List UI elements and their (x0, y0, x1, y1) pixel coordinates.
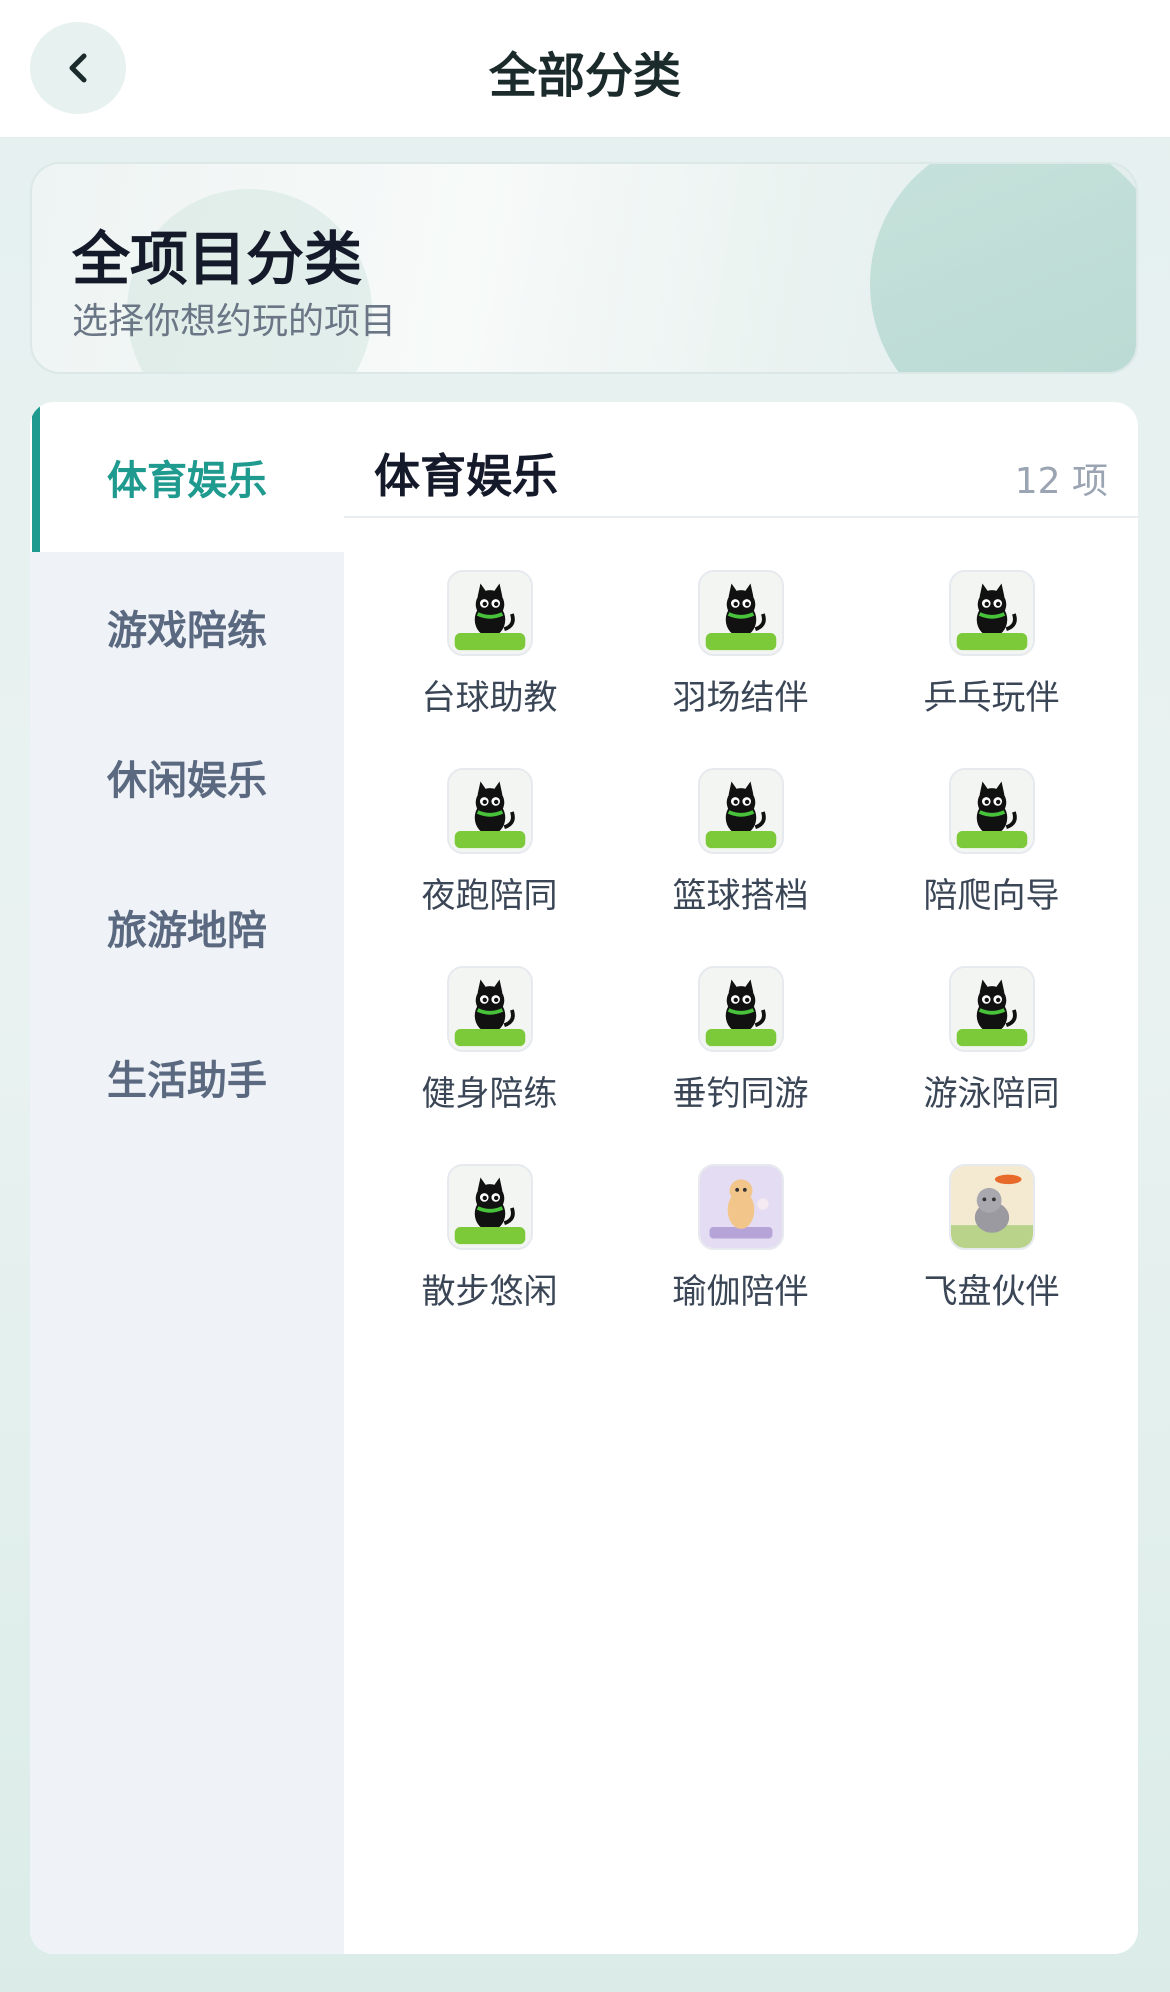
category-item[interactable]: 夜跑陪同 (364, 768, 615, 948)
item-label: 瑜伽陪伴 (672, 1272, 809, 1312)
decorative-circle (870, 164, 1136, 372)
sidebar-item-sports[interactable]: 体育娱乐 (30, 402, 344, 552)
category-banner: 全项目分类 选择你想约玩的项目 (30, 162, 1138, 374)
item-icon-box (698, 966, 784, 1052)
banner-title: 全项目分类 (72, 225, 363, 293)
fitness-cat-icon (449, 968, 531, 1050)
item-label: 游泳陪同 (923, 1074, 1060, 1114)
item-label: 陪爬向导 (923, 876, 1060, 916)
category-item[interactable]: 陪爬向导 (866, 768, 1117, 948)
billiards-cat-icon (449, 572, 531, 654)
item-icon-box (447, 1164, 533, 1250)
item-label: 散步悠闲 (421, 1272, 558, 1312)
frisbee-cat-icon (951, 1166, 1033, 1248)
sidebar-item-travel[interactable]: 旅游地陪 (30, 852, 344, 1002)
item-icon-box (698, 570, 784, 656)
page-title: 全部分类 (488, 48, 681, 104)
item-label: 夜跑陪同 (421, 876, 558, 916)
pingpong-cat-icon (951, 572, 1033, 654)
divider (344, 516, 1138, 518)
category-item[interactable]: 台球助教 (364, 570, 615, 750)
sidebar-item-games[interactable]: 游戏陪练 (30, 552, 344, 702)
walking-cat-icon (449, 1166, 531, 1248)
top-bar: 全部分类 (0, 0, 1170, 138)
sidebar-item-leisure[interactable]: 休闲娱乐 (30, 702, 344, 852)
category-item[interactable]: 飞盘伙伴 (866, 1164, 1117, 1344)
fishing-cat-icon (700, 968, 782, 1050)
sidebar-item-life[interactable]: 生活助手 (30, 1002, 344, 1152)
item-icon-box (949, 768, 1035, 854)
badminton-cat-icon (700, 572, 782, 654)
item-label: 飞盘伙伴 (923, 1272, 1060, 1312)
category-panel: 体育娱乐 游戏陪练 休闲娱乐 旅游地陪 生活助手 体育娱乐 12 项 台球助教 羽… (30, 402, 1138, 1954)
category-item[interactable]: 羽场结伴 (615, 570, 866, 750)
item-icon-box (698, 1164, 784, 1250)
item-icon-box (949, 1164, 1035, 1250)
item-icon-box (949, 570, 1035, 656)
category-item[interactable]: 瑜伽陪伴 (615, 1164, 866, 1344)
item-label: 健身陪练 (421, 1074, 558, 1114)
basketball-cat-icon (700, 770, 782, 852)
running-cat-icon (449, 770, 531, 852)
category-item[interactable]: 乒乓玩伴 (866, 570, 1117, 750)
item-count: 12 项 (1014, 461, 1108, 502)
item-label: 乒乓玩伴 (923, 678, 1060, 718)
item-icon-box (447, 768, 533, 854)
item-icon-box (949, 966, 1035, 1052)
item-label: 台球助教 (421, 678, 558, 718)
category-item[interactable]: 篮球搭档 (615, 768, 866, 948)
item-icon-box (698, 768, 784, 854)
swimming-cat-icon (951, 968, 1033, 1050)
category-sidebar: 体育娱乐 游戏陪练 休闲娱乐 旅游地陪 生活助手 (30, 402, 344, 1954)
banner-subtitle: 选择你想约玩的项目 (72, 301, 397, 342)
category-item[interactable]: 游泳陪同 (866, 966, 1117, 1146)
item-label: 篮球搭档 (672, 876, 809, 916)
yoga-cat-icon (700, 1166, 782, 1248)
category-item[interactable]: 健身陪练 (364, 966, 615, 1146)
item-icon-box (447, 966, 533, 1052)
section-title: 体育娱乐 (374, 449, 558, 503)
item-label: 羽场结伴 (672, 678, 809, 718)
hiking-cat-icon (951, 770, 1033, 852)
item-label: 垂钓同游 (672, 1074, 809, 1114)
category-content: 体育娱乐 12 项 台球助教 羽场结伴 乒乓玩伴夜跑陪同 篮球搭档 陪爬向导健身陪练 垂钓… (344, 402, 1138, 1954)
category-item[interactable]: 垂钓同游 (615, 966, 866, 1146)
category-item[interactable]: 散步悠闲 (364, 1164, 615, 1344)
item-icon-box (447, 570, 533, 656)
